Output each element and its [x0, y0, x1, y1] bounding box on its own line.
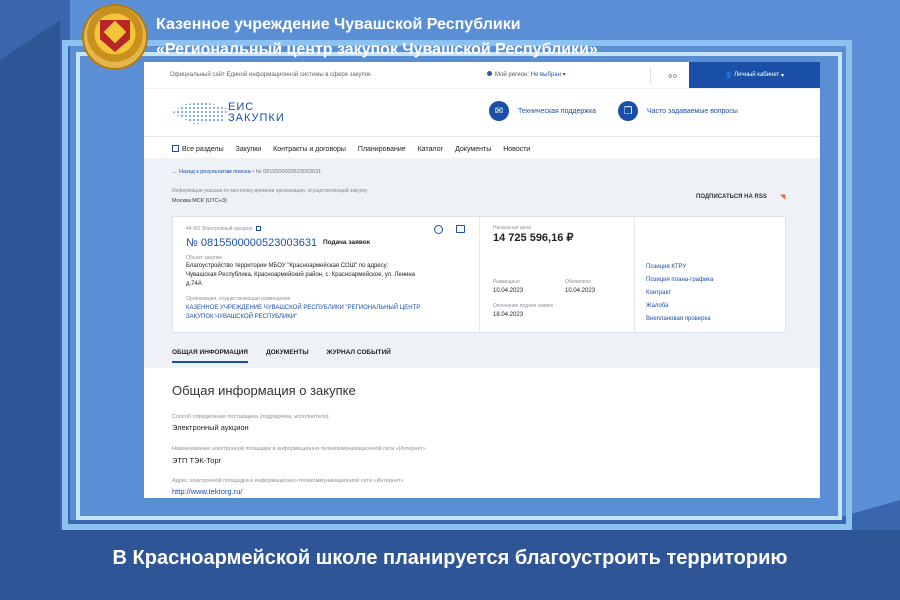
eis-screenshot: Официальный сайт Единой информационной с…	[144, 62, 820, 498]
news-caption: В Красноармейской школе планируется благ…	[112, 547, 788, 569]
nav-item-planning[interactable]: Планирование	[358, 146, 406, 153]
unscheduled-check-link[interactable]: Внеплановая проверка	[646, 315, 711, 324]
nav-item-contracts[interactable]: Контракты и договоры	[273, 146, 346, 153]
cabinet-label: Личный кабинет	[734, 72, 780, 78]
updated-label: Обновлено	[565, 279, 592, 285]
faq-label: Часто задаваемые вопросы	[647, 107, 738, 115]
purchase-tabs: ОБЩАЯ ИНФОРМАЦИЯ ДОКУМЕНТЫ ЖУРНАЛ СОБЫТИ…	[172, 349, 409, 363]
region-label: Мой регион:	[495, 72, 529, 78]
chuvashia-emblem-icon	[84, 6, 146, 68]
banner-title-line1: Казенное учреждение Чувашской Республики	[156, 16, 521, 33]
contract-link[interactable]: Контракт	[646, 289, 671, 298]
method-label: Способ определения поставщика (подрядчик…	[172, 414, 329, 420]
accessibility-glasses-icon[interactable]: ◦◦	[668, 68, 677, 83]
chat-icon: ❐	[618, 101, 638, 121]
purchase-law: 44-ФЗ Электронный аукцион	[186, 226, 261, 232]
object-line2: Чувашская Республика, Красноармейский ра…	[186, 272, 416, 278]
purchase-number[interactable]: № 0815500000523003631	[186, 237, 317, 249]
tab-general-info[interactable]: ОБЩАЯ ИНФОРМАЦИЯ	[172, 349, 248, 363]
ktru-link[interactable]: Позиция КТРУ	[646, 263, 686, 272]
back-to-results-link[interactable]: Назад к результатам поиска	[179, 169, 251, 175]
nav-item-catalog[interactable]: Каталог	[418, 146, 443, 153]
tech-support-link[interactable]: ✉ Техническая поддержка	[489, 101, 596, 121]
nav-item-news[interactable]: Новости	[503, 146, 530, 153]
brand-bar: ЕИС ЗАКУПКИ ✉ Техническая поддержка ❐ Ча…	[144, 88, 820, 136]
arrow-left-icon: ←	[172, 169, 180, 175]
posted-date: 10.04.2023	[493, 288, 524, 294]
chevron-down-icon: ▾	[562, 72, 566, 78]
general-info-title: Общая информация о закупке	[172, 383, 356, 398]
personal-cabinet-button[interactable]: 👤 Личный кабинет ▾	[689, 62, 820, 88]
object-label: Объект закупки	[186, 255, 222, 261]
rss-subscribe-link[interactable]: ПОДПИСАТЬСЯ НА RSS	[696, 194, 767, 200]
updated-date: 10.04.2023	[565, 288, 596, 294]
banner-title-line2: «Региональный центр закупок Чувашской Ре…	[156, 41, 598, 58]
region-selector[interactable]: Мой регион: Не выбран ▾	[487, 71, 566, 78]
location-pin-icon	[487, 71, 492, 76]
timezone-value: Москва МСК (UTC+3)	[172, 198, 227, 204]
tab-documents[interactable]: ДОКУМЕНТЫ	[266, 349, 309, 363]
object-line3: д.74А	[186, 281, 202, 287]
chevron-down-icon: ▾	[779, 72, 784, 79]
platform-address-link[interactable]: http://www.tektorg.ru/	[172, 487, 242, 496]
platform-label: Наименование электронной площадки в инфо…	[172, 446, 426, 452]
deadline-label: Окончание подачи заявок	[493, 303, 553, 309]
breadcrumb-current: № 0815500000523003631	[255, 169, 322, 175]
object-line1: Благоустройство территории МБОУ "Красноа…	[186, 263, 389, 269]
posted-label: Размещено	[493, 279, 520, 285]
platform-value: ЭТП ТЭК-Торг	[172, 456, 222, 465]
official-site-text: Официальный сайт Единой информационной с…	[170, 72, 371, 78]
support-label: Техническая поддержка	[518, 107, 597, 115]
tab-event-log[interactable]: ЖУРНАЛ СОБЫТИЙ	[327, 349, 391, 363]
nav-item-documents[interactable]: Документы	[455, 146, 491, 153]
purchase-card: 44-ФЗ Электронный аукцион № 081550000052…	[172, 216, 786, 334]
purchase-stage: Подача заявок	[323, 239, 371, 246]
plan-schedule-link[interactable]: Позиция плана-графика	[646, 276, 713, 285]
mail-icon: ✉	[489, 101, 509, 121]
user-icon: 👤	[725, 72, 735, 79]
banner-title: Казенное учреждение Чувашской Республики…	[156, 12, 598, 62]
print-icon[interactable]	[456, 225, 465, 233]
russia-map-logo-icon	[172, 102, 228, 124]
org-label: Организация, осуществляющая размещение	[186, 296, 291, 302]
card-divider	[479, 217, 480, 334]
complaint-link[interactable]: Жалоба	[646, 302, 669, 311]
nav-item-all-sections[interactable]: Все разделы	[172, 145, 224, 153]
timezone-note: Информация указана по местному времени о…	[172, 188, 368, 194]
org-line1[interactable]: КАЗЕННОЕ УЧРЕЖДЕНИЕ ЧУВАШСКОЙ РЕСПУБЛИКИ…	[186, 304, 420, 313]
copy-icon[interactable]	[255, 226, 261, 231]
faq-link[interactable]: ❐ Часто задаваемые вопросы	[618, 101, 738, 121]
method-value: Электронный аукцион	[172, 423, 249, 432]
divider	[650, 67, 651, 83]
breadcrumb: ← Назад к результатам поиска • № 0815500…	[172, 169, 321, 175]
org-line2[interactable]: ЗАКУПОК ЧУВАШСКОЙ РЕСПУБЛИКИ"	[186, 313, 297, 322]
rss-icon[interactable]: ◥	[780, 193, 785, 201]
general-info-panel: Общая информация о закупке Способ опреде…	[144, 368, 820, 498]
compass-icon[interactable]	[434, 225, 443, 234]
region-value: Не выбран	[530, 72, 561, 78]
logo-line2: ЗАКУПКИ	[228, 112, 285, 124]
grid-icon	[172, 145, 179, 152]
deadline-date: 18.04.2023	[493, 312, 524, 318]
address-label: Адрес электронной площадки в информацион…	[172, 478, 404, 484]
topbar: Официальный сайт Единой информационной с…	[144, 62, 820, 88]
initial-price: 14 725 596,16 ₽	[493, 232, 574, 244]
card-divider	[634, 217, 635, 334]
eis-logo[interactable]: ЕИС ЗАКУПКИ	[228, 102, 285, 124]
